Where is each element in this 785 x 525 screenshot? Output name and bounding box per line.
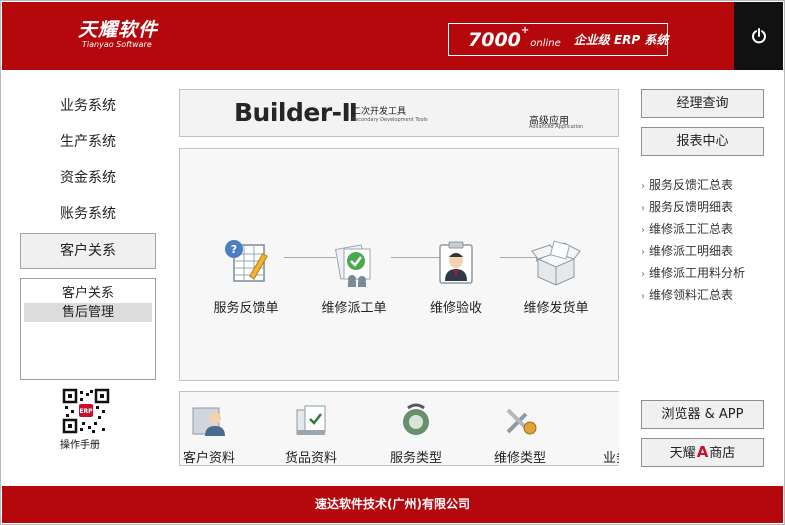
customer-icon	[192, 407, 225, 436]
browser-app-button[interactable]: 浏览器 & APP	[641, 400, 764, 429]
nav-item-finance[interactable]: 资金系统	[20, 160, 156, 196]
store-button[interactable]: 天耀A商店	[641, 438, 764, 467]
chevron-right-icon: ›	[641, 181, 645, 192]
workflow-panel: ? 服务反馈单 维修派工单 维修验收 维修发货单	[179, 148, 619, 381]
strip-label: 货品资料	[284, 451, 337, 466]
shipping-box-icon	[531, 240, 581, 286]
top-header: 天耀软件 Tianyao Software 7000 + online 企业级 ER…	[2, 2, 783, 70]
store-logo-icon: A	[696, 443, 709, 461]
left-nav: 业务系统 生产系统 资金系统 账务系统 客户关系	[20, 88, 156, 269]
strip-item-goods[interactable]: 货品资料	[271, 400, 351, 466]
banner-cn-subtitle: 二次开发工具	[352, 107, 407, 117]
sub-item-after-sales[interactable]: 售后管理	[24, 303, 152, 322]
store-suffix: 商店	[709, 446, 736, 461]
report-label: 维修派工明细表	[649, 244, 734, 258]
report-label: 维修派工用料分析	[649, 266, 746, 280]
product-sup: +	[520, 25, 530, 36]
sub-item-customer-relations[interactable]: 客户关系	[24, 284, 152, 303]
manual-link[interactable]: 操作手册	[60, 436, 100, 451]
power-icon	[751, 28, 766, 44]
report-label: 维修领料汇总表	[649, 288, 734, 302]
report-item[interactable]: › 维修领料汇总表	[641, 284, 781, 306]
report-center-button[interactable]: 报表中心	[641, 127, 764, 156]
advanced-app-en: Advanced Application	[529, 124, 584, 130]
strip-item-service-type[interactable]: 服务类型	[376, 400, 456, 466]
flow-label: 维修发货单	[523, 301, 589, 316]
store-label: 天耀	[669, 446, 696, 461]
flow-label: 维修验收	[429, 301, 482, 316]
feedback-form-icon: ?	[225, 240, 268, 282]
strip-label: 业务	[602, 451, 619, 466]
banner-title: Builder-Ⅱ	[234, 98, 358, 127]
sub-menu-panel: 客户关系 售后管理	[20, 278, 156, 380]
flow-label: 维修派工单	[321, 301, 387, 316]
goods-icon	[296, 405, 326, 435]
product-suffix: online	[530, 38, 561, 49]
business-icon	[596, 400, 619, 440]
repair-type-icon	[506, 408, 537, 435]
report-item[interactable]: › 服务反馈汇总表	[641, 174, 781, 196]
strip-item-customer[interactable]: 客户资料	[180, 400, 249, 466]
chevron-right-icon: ›	[641, 225, 645, 236]
report-label: 服务反馈明细表	[649, 200, 734, 214]
company-logo: 天耀软件 Tianyao Software	[78, 20, 158, 50]
report-item[interactable]: › 服务反馈明细表	[641, 196, 781, 218]
builder-banner: Builder-Ⅱ 二次开发工具 Secondary Development T…	[179, 89, 619, 137]
dispatch-order-icon	[335, 244, 371, 287]
report-label: 服务反馈汇总表	[649, 178, 734, 192]
footer-bar: 速达软件技术(广州)有限公司	[2, 486, 783, 523]
footer-company: 速达软件技术(广州)有限公司	[315, 497, 470, 511]
nav-item-production[interactable]: 生产系统	[20, 124, 156, 160]
chevron-right-icon: ›	[641, 291, 645, 302]
nav-item-business[interactable]: 业务系统	[20, 88, 156, 124]
chevron-right-icon: ›	[641, 269, 645, 280]
product-badge: 7000 + online 企业级 ERP 系统	[448, 23, 668, 56]
report-label: 维修派工汇总表	[649, 222, 734, 236]
report-list: › 服务反馈汇总表 › 服务反馈明细表 › 维修派工汇总表 › 维修派工明细表 › 维修派…	[641, 174, 781, 306]
svg-text:?: ?	[231, 243, 237, 256]
nav-item-accounting[interactable]: 账务系统	[20, 196, 156, 232]
service-type-icon	[403, 403, 429, 435]
inspection-icon	[439, 241, 473, 284]
chevron-right-icon: ›	[641, 203, 645, 214]
flow-item-inspection[interactable]: 维修验收	[406, 237, 506, 316]
report-item[interactable]: › 维修派工用料分析	[641, 262, 781, 284]
report-item[interactable]: › 维修派工汇总表	[641, 218, 781, 240]
logo-cn-text: 天耀软件	[78, 19, 159, 41]
basic-data-strip: 客户资料 货品资料 服务类型 维修类型 业务	[179, 391, 619, 466]
product-number: 7000	[468, 28, 521, 51]
strip-item-repair-type[interactable]: 维修类型	[480, 400, 560, 466]
flow-item-shipping[interactable]: 维修发货单	[506, 237, 606, 316]
chevron-right-icon: ›	[641, 247, 645, 258]
nav-item-crm[interactable]: 客户关系	[20, 233, 156, 269]
manager-query-button[interactable]: 经理查询	[641, 89, 764, 118]
strip-item-business[interactable]: 业务	[576, 400, 619, 466]
power-button[interactable]	[734, 2, 783, 70]
report-item[interactable]: › 维修派工明细表	[641, 240, 781, 262]
strip-label: 维修类型	[493, 451, 546, 466]
qr-code-icon[interactable]: ERP	[62, 388, 110, 434]
strip-label: 服务类型	[389, 451, 442, 466]
banner-en-subtitle: Secondary Development Tools	[352, 117, 428, 123]
flow-label: 服务反馈单	[213, 301, 279, 316]
flow-item-dispatch-order[interactable]: 维修派工单	[304, 237, 404, 316]
strip-label: 客户资料	[182, 451, 235, 466]
logo-en-text: Tianyao Software	[82, 40, 152, 49]
svg-text:ERP: ERP	[79, 408, 93, 415]
flow-item-service-feedback[interactable]: ? 服务反馈单	[196, 237, 296, 316]
product-description: 企业级 ERP 系统	[573, 33, 669, 47]
